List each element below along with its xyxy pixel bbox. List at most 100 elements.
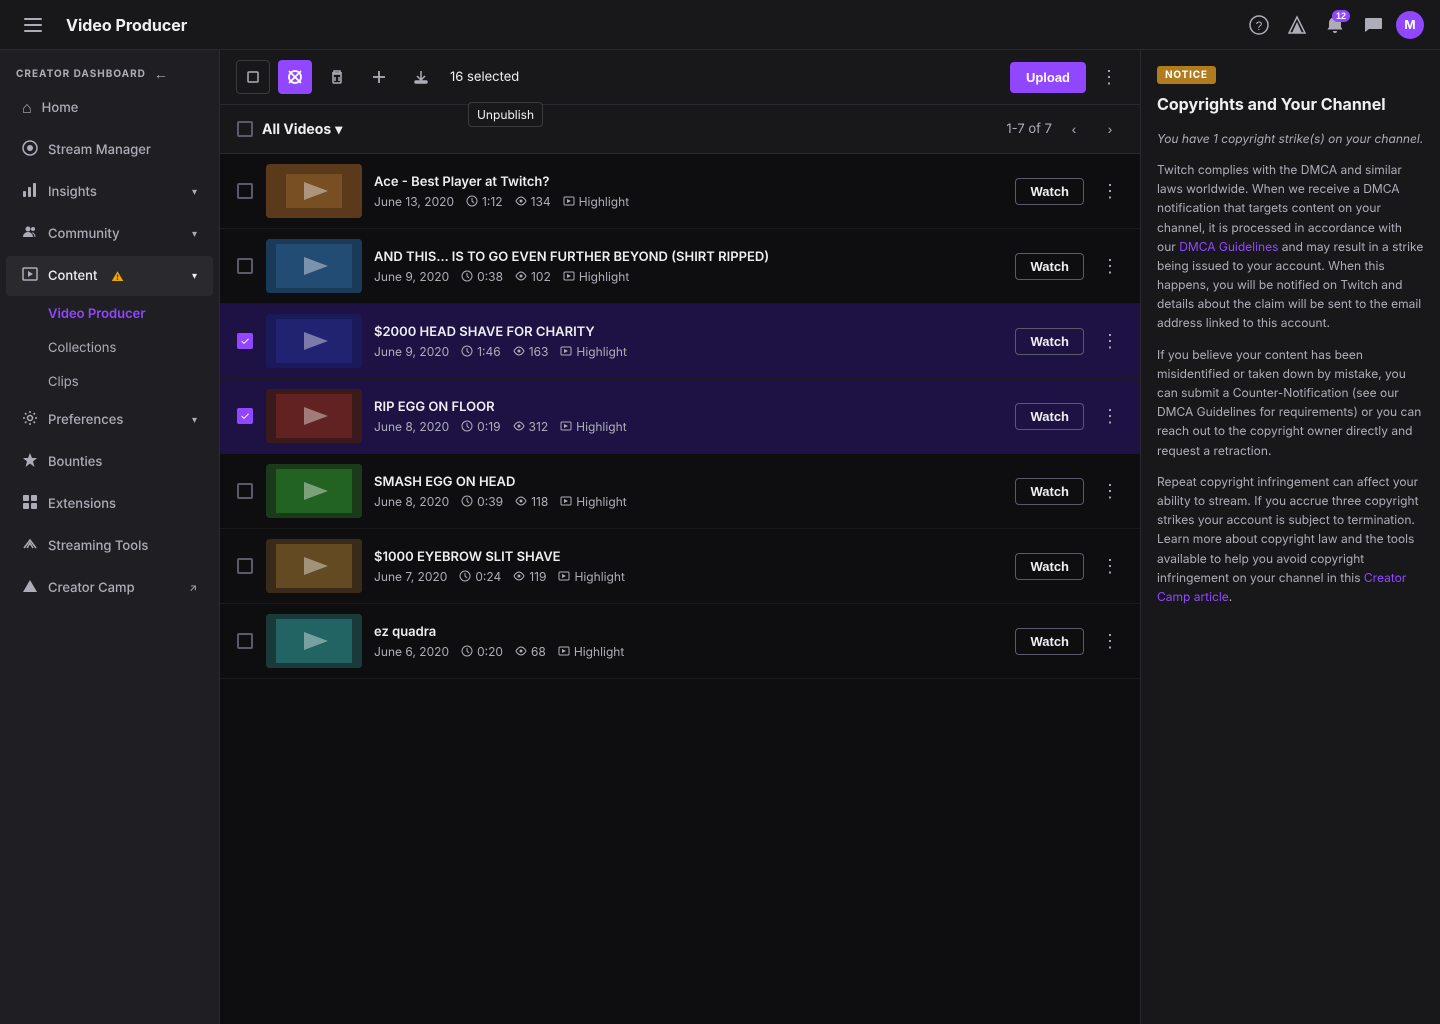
sidebar-item-home[interactable]: ⌂ Home: [6, 87, 213, 128]
table-row[interactable]: ez quadra June 6, 2020 0:20 68: [220, 604, 1140, 679]
watch-button-1[interactable]: Watch: [1015, 178, 1084, 205]
pagination: 1-7 of 7 ‹ ›: [1006, 115, 1124, 143]
sidebar-item-preferences[interactable]: Preferences ▾: [6, 400, 213, 440]
app-title: Video Producer: [66, 15, 187, 35]
watch-button-6[interactable]: Watch: [1015, 553, 1084, 580]
delete-button[interactable]: [320, 60, 354, 94]
video-more-button-5[interactable]: ⋮: [1096, 477, 1124, 505]
table-row[interactable]: $1000 EYEBROW SLIT SHAVE June 7, 2020 0:…: [220, 529, 1140, 604]
video-meta-3: June 9, 2020 1:46 163: [374, 344, 1003, 359]
video-meta-7: June 6, 2020 0:20 68: [374, 644, 1003, 659]
sidebar-item-streaming-tools[interactable]: Streaming Tools: [6, 526, 213, 566]
table-row[interactable]: AND THIS... IS TO GO EVEN FURTHER BEYOND…: [220, 229, 1140, 304]
table-row[interactable]: SMASH EGG ON HEAD June 8, 2020 0:39 118: [220, 454, 1140, 529]
video-more-button-3[interactable]: ⋮: [1096, 327, 1124, 355]
watch-button-5[interactable]: Watch: [1015, 478, 1084, 505]
unpublish-button[interactable]: [278, 60, 312, 94]
sidebar-item-creator-camp[interactable]: Creator Camp ↗: [6, 568, 213, 608]
sidebar-item-extensions[interactable]: Extensions: [6, 484, 213, 524]
sidebar-sub-item-video-producer[interactable]: Video Producer: [6, 298, 213, 330]
chat-button[interactable]: [1358, 10, 1388, 40]
sidebar-header: CREATOR DASHBOARD ←: [0, 50, 219, 86]
sidebar-sub-item-collections[interactable]: Collections: [6, 332, 213, 364]
home-icon: ⌂: [22, 97, 32, 118]
video-views-1: 134: [515, 194, 551, 209]
video-thumbnail-3: [266, 314, 362, 368]
sidebar: CREATOR DASHBOARD ← ⌂ Home Stream Manage…: [0, 50, 220, 1024]
video-title-7: ez quadra: [374, 624, 1003, 640]
watch-button-7[interactable]: Watch: [1015, 628, 1084, 655]
pagination-prev[interactable]: ‹: [1060, 115, 1088, 143]
notice-panel: NOTICE Copyrights and Your Channel You h…: [1140, 50, 1440, 1024]
content-warning-icon: ⚠: [111, 269, 123, 284]
table-row[interactable]: ✓ $2000 HEAD SHAVE FOR CHARITY June 9, 2…: [220, 304, 1140, 379]
watch-button-4[interactable]: Watch: [1015, 403, 1084, 430]
select-all-checkbox[interactable]: [236, 60, 270, 94]
more-options-button[interactable]: ⋮: [1094, 62, 1124, 92]
table-row[interactable]: ✓ RIP EGG ON FLOOR June 8, 2020 0:: [220, 379, 1140, 454]
creator-camp-article-link[interactable]: Creator Camp article: [1157, 570, 1406, 604]
video-info-5: SMASH EGG ON HEAD June 8, 2020 0:39 118: [374, 474, 1003, 509]
sidebar-item-bounties[interactable]: Bounties: [6, 442, 213, 482]
svg-text:?: ?: [1256, 19, 1263, 33]
watch-button-3[interactable]: Watch: [1015, 328, 1084, 355]
hamburger-button[interactable]: [16, 8, 50, 42]
download-button[interactable]: [404, 60, 438, 94]
content-area: 16 selected Upload ⋮ Unpublish All Video…: [220, 50, 1440, 1024]
notice-paragraph-2: Twitch complies with the DMCA and simila…: [1157, 160, 1424, 333]
sidebar-back-button[interactable]: ←: [154, 66, 168, 82]
sidebar-item-stream-manager[interactable]: Stream Manager: [6, 130, 213, 170]
sidebar-sub-item-clips[interactable]: Clips: [6, 366, 213, 398]
table-row[interactable]: Ace - Best Player at Twitch? June 13, 20…: [220, 154, 1140, 229]
all-videos-dropdown[interactable]: All Videos ▾: [262, 121, 342, 138]
notifications-badge: 12: [1332, 10, 1350, 22]
header-checkbox[interactable]: [236, 120, 254, 138]
streaming-tools-icon: [22, 536, 38, 556]
notice-paragraph-1: You have 1 copyright strike(s) on your c…: [1157, 129, 1424, 148]
stream-manager-icon: [22, 140, 38, 160]
row-checkbox-3[interactable]: ✓: [236, 332, 254, 350]
sidebar-item-community[interactable]: Community ▾: [6, 214, 213, 254]
video-thumbnail-7: [266, 614, 362, 668]
insights-chevron: ▾: [192, 186, 197, 198]
row-checkbox-4[interactable]: ✓: [236, 407, 254, 425]
main-layout: CREATOR DASHBOARD ← ⌂ Home Stream Manage…: [0, 50, 1440, 1024]
pagination-next[interactable]: ›: [1096, 115, 1124, 143]
sidebar-item-insights[interactable]: Insights ▾: [6, 172, 213, 212]
avatar[interactable]: M: [1396, 11, 1424, 39]
row-checkbox-2[interactable]: [236, 257, 254, 275]
creator-tools-button[interactable]: [1282, 10, 1312, 40]
video-more-button-1[interactable]: ⋮: [1096, 177, 1124, 205]
extensions-icon: [22, 494, 38, 514]
notice-paragraph-4: Repeat copyright infringement can affect…: [1157, 472, 1424, 606]
help-button[interactable]: ?: [1244, 10, 1274, 40]
video-info-3: $2000 HEAD SHAVE FOR CHARITY June 9, 202…: [374, 324, 1003, 359]
notifications-button[interactable]: 12: [1320, 10, 1350, 40]
row-checkbox-6[interactable]: [236, 557, 254, 575]
sidebar-item-content[interactable]: Content ⚠ ▾: [6, 256, 213, 296]
watch-button-2[interactable]: Watch: [1015, 253, 1084, 280]
row-checkbox-5[interactable]: [236, 482, 254, 500]
video-more-button-6[interactable]: ⋮: [1096, 552, 1124, 580]
video-producer-panel: 16 selected Upload ⋮ Unpublish All Video…: [220, 50, 1440, 1024]
video-more-button-7[interactable]: ⋮: [1096, 627, 1124, 655]
video-thumbnail-6: [266, 539, 362, 593]
row-checkbox-1[interactable]: [236, 182, 254, 200]
video-title-6: $1000 EYEBROW SLIT SHAVE: [374, 549, 1003, 565]
row-checkbox-7[interactable]: [236, 632, 254, 650]
video-meta-1: June 13, 2020 1:12 134: [374, 194, 1003, 209]
video-list: Ace - Best Player at Twitch? June 13, 20…: [220, 154, 1140, 1024]
video-info-1: Ace - Best Player at Twitch? June 13, 20…: [374, 174, 1003, 209]
video-meta-4: June 8, 2020 0:19 312: [374, 419, 1003, 434]
video-date-1: June 13, 2020: [374, 194, 454, 209]
video-meta-5: June 8, 2020 0:39 118: [374, 494, 1003, 509]
upload-button[interactable]: Upload: [1010, 62, 1086, 93]
video-type-1: Highlight: [563, 194, 629, 209]
video-more-button-4[interactable]: ⋮: [1096, 402, 1124, 430]
video-table-header: All Videos ▾ 1-7 of 7 ‹ ›: [220, 105, 1140, 154]
video-more-button-2[interactable]: ⋮: [1096, 252, 1124, 280]
dmca-guidelines-link[interactable]: DMCA Guidelines: [1179, 239, 1278, 254]
video-title-5: SMASH EGG ON HEAD: [374, 474, 1003, 490]
bounties-icon: [22, 452, 38, 472]
add-button[interactable]: [362, 60, 396, 94]
